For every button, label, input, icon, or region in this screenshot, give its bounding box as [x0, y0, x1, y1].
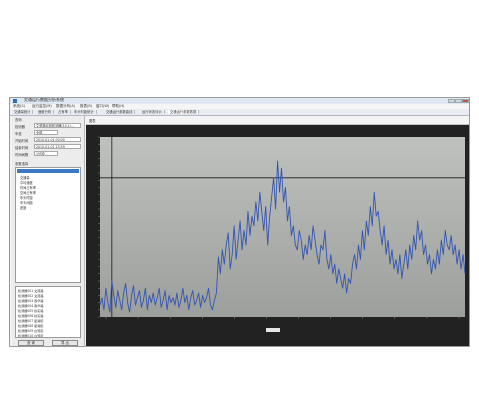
tab-status-evaluation[interactable]: 运行状态评价 — [140, 110, 165, 114]
y-axis — [98, 136, 100, 318]
tab-headway[interactable]: 车头时距统计 — [72, 110, 97, 114]
chart-panel — [86, 125, 469, 346]
window-title: 交通运行数据分析系统 — [24, 97, 64, 102]
chart-panel-header: 图表 — [86, 116, 469, 125]
plot-area — [100, 137, 465, 317]
legend-swatch — [266, 328, 280, 332]
tree-item-density[interactable]: 密度 — [20, 205, 26, 210]
lane-label: 车道 — [15, 132, 22, 136]
tab-speed[interactable]: 速度分析 — [36, 110, 55, 114]
interval-select[interactable]: 1分钟 — [34, 151, 58, 156]
tab-occupancy[interactable]: 占有率 — [56, 110, 71, 114]
tab-volume[interactable]: 交通量统计 — [12, 110, 34, 114]
end-time-input[interactable]: 2010-01-01 23:59 — [34, 144, 81, 149]
end-time-label: 结束时间 — [15, 146, 29, 150]
maximize-button[interactable] — [455, 99, 462, 103]
export-button[interactable]: 导 出 — [52, 340, 78, 346]
start-time-input[interactable]: 2010-01-01 00:00 — [34, 137, 81, 142]
query-panel: 查询 检测器 文苑路北段检测器(10,1)... 车道 全部 开始时间 2010… — [12, 116, 85, 346]
minimize-button[interactable] — [448, 99, 455, 103]
parameter-tree-title: 参数选择 — [15, 162, 29, 166]
parameter-tree: 交通量 平均速度 时间占有率 空间占有率 车头时距 车头间距 密度 — [15, 167, 81, 283]
chart-svg — [98, 136, 466, 332]
tree-selection-highlight — [17, 169, 79, 173]
chart-panel-title: 图表 — [89, 119, 96, 123]
lane-select[interactable]: 全部 — [34, 130, 58, 135]
list-item[interactable]: 检测器010 白鹭街 — [18, 333, 43, 337]
interval-label: 时间间隔 — [15, 153, 29, 157]
detector-label: 检测器 — [15, 125, 25, 129]
close-button[interactable] — [462, 99, 469, 103]
start-time-label: 开始时间 — [15, 139, 29, 143]
app-window: 交通运行数据分析系统 系统(S) 运行监控(M) 数据分析(A) 报表(R) 窗… — [9, 97, 470, 347]
document-tabs: 交通量统计 速度分析 占有率 车头时距统计 交通运行参数曲线 运行状态评价 交通… — [10, 109, 469, 116]
tab-parameter-curve[interactable]: 交通运行参数曲线 — [104, 110, 136, 114]
detector-select[interactable]: 文苑路北段检测器(10,1)... — [34, 123, 81, 128]
x-axis — [105, 317, 460, 319]
query-panel-header: 查询 — [15, 118, 22, 122]
tab-parameter-data[interactable]: 交通运行参数数据 — [168, 110, 200, 114]
detector-list: 检测器001 文苑路 检测器002 文苑路 检测器003 春华路 检测器004 … — [15, 286, 81, 338]
app-icon — [13, 99, 17, 103]
query-button[interactable]: 查 询 — [18, 340, 44, 346]
